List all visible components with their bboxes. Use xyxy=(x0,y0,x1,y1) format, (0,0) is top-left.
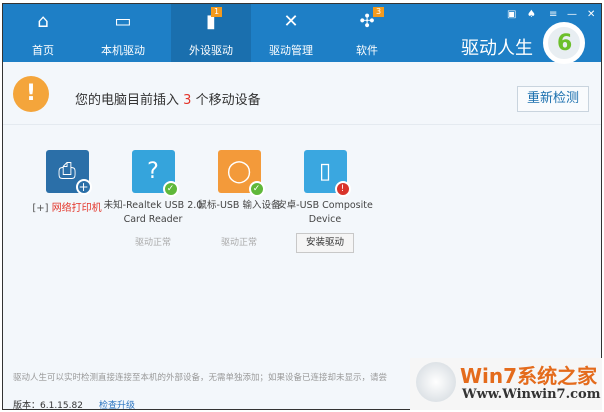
badge: 3 xyxy=(373,7,384,17)
watermark-title: Win7系统之家 xyxy=(460,364,598,388)
tools-icon: ✕ xyxy=(283,11,299,32)
device-name: 安卓-USB Composite Device xyxy=(277,200,373,225)
brand-name: 驱动人生 xyxy=(461,38,533,59)
tab-label: 驱动管理 xyxy=(269,44,313,57)
menu-icon[interactable]: ≡ xyxy=(549,9,557,20)
watermark: Win7系统之家 Www.Winwin7.com xyxy=(410,358,602,410)
device-count: 3 xyxy=(183,93,192,108)
device-name: 未知-Realtek USB 2.0 Card Reader xyxy=(103,200,203,225)
check-update-link[interactable]: 检查升级 xyxy=(99,398,135,409)
device-card-reader[interactable]: ? ✓ 未知-Realtek USB 2.0 Card Reader 驱动正常 xyxy=(103,150,203,248)
version-label: 版本：6.1.15.82 xyxy=(13,401,83,410)
logo: 6 xyxy=(543,22,585,64)
check-icon: ✓ xyxy=(162,181,179,197)
monitor-icon: ▭ xyxy=(114,11,132,32)
tab-label: 外设驱动 xyxy=(189,44,233,57)
header: ⌂ 首页 ▭ 本机驱动 ▮ 1 外设驱动 ✕ 驱动管理 ✣ 3 软件 ▣ ♠ ≡ — ✕ 驱动… xyxy=(3,4,601,64)
add-printer-link[interactable]: [+] 网络打印机 xyxy=(17,199,117,214)
skin-icon[interactable]: ♠ xyxy=(527,9,536,20)
tab-label: 本机驱动 xyxy=(101,44,145,57)
app-window: ⌂ 首页 ▭ 本机驱动 ▮ 1 外设驱动 ✕ 驱动管理 ✣ 3 软件 ▣ ♠ ≡ — ✕ 驱动… xyxy=(2,3,602,410)
device-mouse[interactable]: ◯ ✓ 鼠标-USB 输入设备 驱动正常 xyxy=(189,150,289,248)
windows-logo-icon xyxy=(416,362,456,402)
tab-software[interactable]: ✣ 3 软件 xyxy=(333,4,401,62)
device-android[interactable]: ▯! 安卓-USB Composite Device 安装驱动 xyxy=(275,150,375,253)
device-status: 驱动正常 xyxy=(220,238,257,248)
footer-tip: 驱动人生可以实时检测直接连接至本机的外部设备，无需单独添加；如果设备已连接却未显… xyxy=(13,373,388,383)
watermark-url: Www.Winwin7.com xyxy=(462,387,601,402)
add-icon: + xyxy=(75,179,92,195)
message-suffix: 个移动设备 xyxy=(195,93,261,108)
printer-icon: ⎙ + xyxy=(45,150,92,195)
badge: 1 xyxy=(211,7,222,17)
install-driver-button[interactable]: 安装驱动 xyxy=(296,233,354,253)
tab-local-drivers[interactable]: ▭ 本机驱动 xyxy=(89,4,157,62)
error-icon: ! xyxy=(334,181,351,197)
feedback-icon[interactable]: ▣ xyxy=(507,9,516,20)
minimize-button[interactable]: — xyxy=(567,9,577,20)
device-name: 网络打印机 xyxy=(51,203,102,214)
device-network-printer[interactable]: ⎙ + [+] 网络打印机 xyxy=(17,150,117,214)
logo-digit: 6 xyxy=(557,31,573,56)
check-icon: ✓ xyxy=(248,181,265,197)
home-icon: ⌂ xyxy=(37,11,49,32)
add-box-icon: [+] xyxy=(32,203,49,214)
close-button[interactable]: ✕ xyxy=(587,9,595,20)
device-status: 驱动正常 xyxy=(134,238,171,248)
mouse-icon: ◯ ✓ xyxy=(217,150,265,197)
warning-icon: ! xyxy=(13,76,49,112)
unknown-device-icon: ? ✓ xyxy=(131,150,179,197)
tab-label: 首页 xyxy=(32,44,54,57)
recheck-button[interactable]: 重新检测 xyxy=(517,86,589,112)
phone-icon: ▯! xyxy=(303,150,351,197)
tab-driver-management[interactable]: ✕ 驱动管理 xyxy=(251,4,331,62)
message-prefix: 您的电脑目前插入 xyxy=(75,93,180,108)
divider xyxy=(3,124,601,125)
device-name: 鼠标-USB 输入设备 xyxy=(197,200,281,211)
device-count-message: 您的电脑目前插入 3 个移动设备 xyxy=(75,89,261,108)
tab-peripheral-drivers[interactable]: ▮ 1 外设驱动 xyxy=(171,4,251,62)
tab-home[interactable]: ⌂ 首页 xyxy=(9,4,77,62)
tab-label: 软件 xyxy=(356,44,378,57)
